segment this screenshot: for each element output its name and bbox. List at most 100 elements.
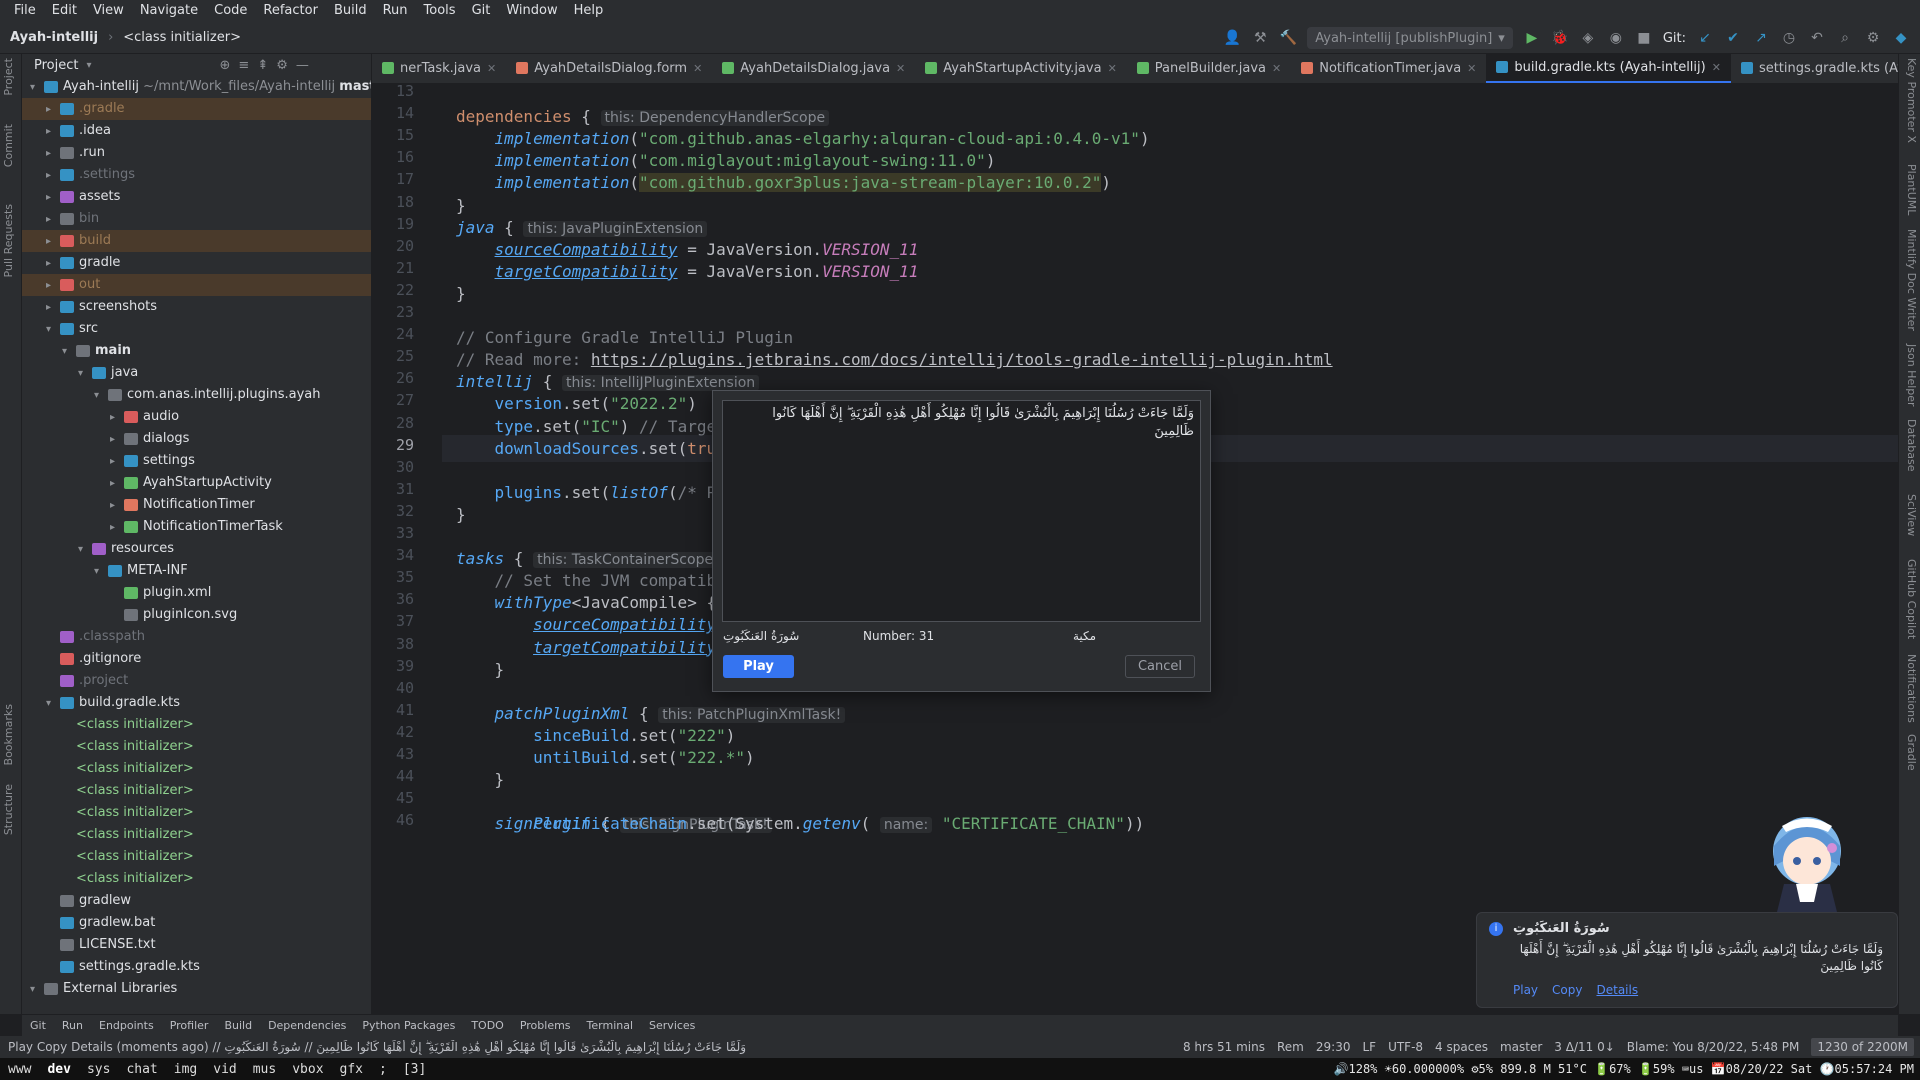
- user-icon[interactable]: 👤: [1223, 29, 1241, 47]
- close-icon[interactable]: ✕: [1712, 61, 1721, 74]
- rem-widget[interactable]: Rem: [1277, 1040, 1304, 1054]
- tree-row[interactable]: ▾ src: [22, 318, 371, 340]
- tool-window-services[interactable]: Services: [649, 1019, 695, 1032]
- workspace-2[interactable]: sys: [79, 1062, 118, 1077]
- profile-icon[interactable]: ◉: [1607, 29, 1625, 47]
- editor-tab[interactable]: AyahDetailsDialog.form ✕: [506, 54, 712, 83]
- chevron-icon[interactable]: ▾: [78, 539, 92, 561]
- tree-row[interactable]: gradlew: [22, 890, 371, 912]
- left-strip-bookmarks[interactable]: Bookmarks: [2, 704, 15, 765]
- hammer-icon[interactable]: ⚒: [1251, 29, 1269, 47]
- right-strip-json-helper[interactable]: Json Helper: [1905, 344, 1918, 407]
- tool-window-run[interactable]: Run: [62, 1019, 83, 1032]
- tree-row[interactable]: ▾ META-INF: [22, 560, 371, 582]
- workspace-4[interactable]: img: [166, 1062, 205, 1077]
- status-message[interactable]: Play Copy Details (moments ago) // وَلَم…: [8, 1040, 746, 1055]
- close-icon[interactable]: ✕: [1272, 62, 1281, 75]
- menu-item-run[interactable]: Run: [375, 0, 416, 22]
- chevron-icon[interactable]: ▸: [110, 495, 124, 517]
- jetbrains-toolbox-icon[interactable]: ◆: [1892, 29, 1910, 47]
- tree-row[interactable]: ▸ settings: [22, 450, 371, 472]
- tool-window-endpoints[interactable]: Endpoints: [99, 1019, 154, 1032]
- menu-item-navigate[interactable]: Navigate: [132, 0, 206, 22]
- left-strip-pull-requests[interactable]: Pull Requests: [2, 204, 15, 277]
- menu-item-build[interactable]: Build: [326, 0, 375, 22]
- chevron-icon[interactable]: ▸: [46, 231, 60, 253]
- menu-item-code[interactable]: Code: [206, 0, 255, 22]
- chevron-icon[interactable]: ▾: [30, 77, 44, 99]
- tree-row[interactable]: ▸ .run: [22, 142, 371, 164]
- editor-tab[interactable]: settings.gradle.kts (Ayah-intellij)✕: [1731, 54, 1898, 83]
- workspace-7[interactable]: vbox: [284, 1062, 331, 1077]
- tree-row[interactable]: <class initializer>: [22, 758, 371, 780]
- tool-window-git[interactable]: Git: [30, 1019, 46, 1032]
- menu-item-tools[interactable]: Tools: [416, 0, 464, 22]
- workspace-3[interactable]: chat: [118, 1062, 165, 1077]
- memory-indicator[interactable]: 1230 of 2200M: [1811, 1038, 1914, 1056]
- settings-icon[interactable]: ⚙: [1864, 29, 1882, 47]
- tree-row[interactable]: <class initializer>: [22, 736, 371, 758]
- git-blame[interactable]: Blame: You 8/20/22, 5:48 PM: [1627, 1040, 1800, 1054]
- tool-window-terminal[interactable]: Terminal: [587, 1019, 634, 1032]
- play-button[interactable]: Play: [723, 655, 794, 678]
- hide-icon[interactable]: —: [296, 58, 309, 73]
- tree-row[interactable]: <class initializer>: [22, 868, 371, 890]
- chevron-down-icon[interactable]: ▾: [86, 60, 91, 71]
- right-strip-plantuml[interactable]: PlantUML: [1905, 164, 1918, 215]
- close-icon[interactable]: ✕: [487, 62, 496, 75]
- workspace-10[interactable]: [3]: [395, 1062, 434, 1077]
- update-project-icon[interactable]: ↙: [1696, 29, 1714, 47]
- editor-tab[interactable]: nerTask.java ✕: [372, 54, 506, 83]
- tree-row[interactable]: ▸ audio: [22, 406, 371, 428]
- commit-icon[interactable]: ✔: [1724, 29, 1742, 47]
- tool-window-problems[interactable]: Problems: [520, 1019, 571, 1032]
- tool-window-python-packages[interactable]: Python Packages: [362, 1019, 455, 1032]
- menu-item-view[interactable]: View: [85, 0, 132, 22]
- tree-row[interactable]: plugin.xml: [22, 582, 371, 604]
- tool-window-dependencies[interactable]: Dependencies: [268, 1019, 346, 1032]
- workspace-8[interactable]: gfx: [332, 1062, 371, 1077]
- tree-row[interactable]: ▾ com.anas.intellij.plugins.ayah: [22, 384, 371, 406]
- tree-row[interactable]: ▸ NotificationTimer: [22, 494, 371, 516]
- tree-row[interactable]: ▸ screenshots: [22, 296, 371, 318]
- menu-item-refactor[interactable]: Refactor: [255, 0, 326, 22]
- tree-row[interactable]: ▾ java: [22, 362, 371, 384]
- tree-row[interactable]: LICENSE.txt: [22, 934, 371, 956]
- close-icon[interactable]: ✕: [896, 62, 905, 75]
- notification-play-link[interactable]: Play: [1513, 983, 1538, 997]
- build-icon[interactable]: 🔨: [1279, 29, 1297, 47]
- chevron-icon[interactable]: ▾: [94, 385, 108, 407]
- notification-details-link[interactable]: Details: [1596, 983, 1638, 997]
- notification-copy-link[interactable]: Copy: [1552, 983, 1582, 997]
- tree-row[interactable]: ▾ Ayah-intellij ~/mnt/Work_files/Ayah-int…: [22, 76, 371, 98]
- breadcrumb-class[interactable]: <class initializer>: [113, 30, 251, 45]
- chevron-icon[interactable]: ▾: [46, 319, 60, 341]
- menu-item-file[interactable]: File: [6, 0, 44, 22]
- file-encoding[interactable]: UTF-8: [1388, 1040, 1423, 1054]
- time-tracker[interactable]: 8 hrs 51 mins: [1183, 1040, 1265, 1054]
- tool-window-build[interactable]: Build: [224, 1019, 252, 1032]
- workspace-1[interactable]: dev: [39, 1062, 78, 1077]
- editor-tab[interactable]: build.gradle.kts (Ayah-intellij) ✕: [1486, 54, 1731, 83]
- expand-all-icon[interactable]: ≡: [238, 58, 249, 73]
- menu-item-help[interactable]: Help: [566, 0, 612, 22]
- close-icon[interactable]: ✕: [1467, 62, 1476, 75]
- rollback-icon[interactable]: ↶: [1808, 29, 1826, 47]
- editor-tab[interactable]: AyahStartupActivity.java ✕: [915, 54, 1127, 83]
- right-strip-gradle[interactable]: Gradle: [1905, 734, 1918, 771]
- chevron-icon[interactable]: ▸: [110, 429, 124, 451]
- close-icon[interactable]: ✕: [693, 62, 702, 75]
- tree-row[interactable]: ▸ .gradle: [22, 98, 371, 120]
- run-icon[interactable]: ▶: [1523, 29, 1541, 47]
- tree-row[interactable]: pluginIcon.svg: [22, 604, 371, 626]
- chevron-icon[interactable]: ▸: [46, 253, 60, 275]
- chevron-icon[interactable]: ▸: [110, 407, 124, 429]
- chevron-icon[interactable]: ▸: [46, 121, 60, 143]
- tree-row[interactable]: .gitignore: [22, 648, 371, 670]
- tree-row[interactable]: ▾ External Libraries: [22, 978, 371, 1000]
- tree-row[interactable]: ▸ .idea: [22, 120, 371, 142]
- push-icon[interactable]: ↗: [1752, 29, 1770, 47]
- gear-icon[interactable]: ⚙: [276, 58, 288, 73]
- cancel-button[interactable]: Cancel: [1125, 655, 1195, 678]
- tree-row[interactable]: ▸ AyahStartupActivity: [22, 472, 371, 494]
